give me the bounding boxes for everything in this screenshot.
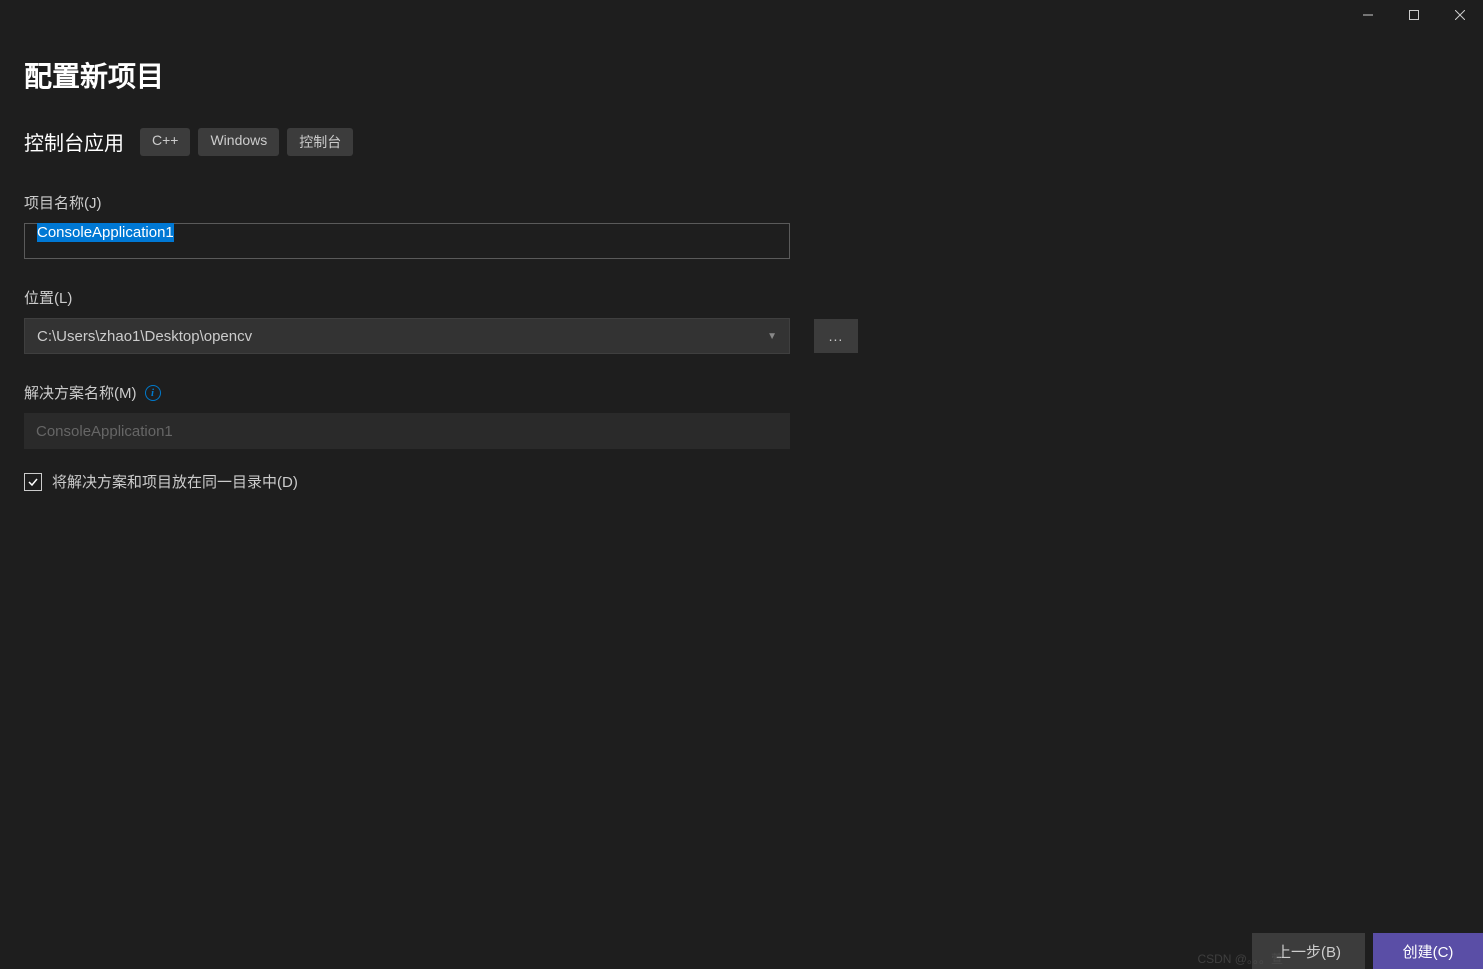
- solution-name-label: 解决方案名称(M) i: [24, 382, 1459, 403]
- chevron-down-icon: ▼: [767, 331, 777, 342]
- page-title: 配置新项目: [24, 55, 1459, 95]
- location-value: C:\Users\zhao1\Desktop\opencv: [37, 328, 252, 345]
- template-row: 控制台应用 C++ Windows 控制台: [24, 127, 1459, 156]
- close-button[interactable]: [1437, 0, 1483, 30]
- footer: 上一步(B) 创建(C): [1252, 933, 1483, 969]
- project-name-input[interactable]: ConsoleApplication1: [24, 223, 790, 259]
- project-name-value: ConsoleApplication1: [37, 223, 174, 242]
- close-icon: [1455, 10, 1465, 20]
- minimize-button[interactable]: [1345, 0, 1391, 30]
- minimize-icon: [1363, 10, 1373, 20]
- title-bar: [0, 0, 1483, 30]
- location-row: C:\Users\zhao1\Desktop\opencv ▼ ...: [24, 318, 1459, 354]
- solution-name-label-text: 解决方案名称(M): [24, 382, 137, 403]
- checkmark-icon: [27, 476, 39, 488]
- template-name: 控制台应用: [24, 127, 124, 156]
- project-name-label: 项目名称(J): [24, 192, 1459, 213]
- info-icon[interactable]: i: [145, 385, 161, 401]
- template-tags: C++ Windows 控制台: [140, 128, 353, 156]
- tag-cpp: C++: [140, 128, 190, 156]
- same-directory-row: 将解决方案和项目放在同一目录中(D): [24, 471, 1459, 492]
- same-directory-checkbox[interactable]: [24, 473, 42, 491]
- same-directory-label[interactable]: 将解决方案和项目放在同一目录中(D): [52, 471, 298, 492]
- location-label: 位置(L): [24, 287, 1459, 308]
- location-combo[interactable]: C:\Users\zhao1\Desktop\opencv ▼: [24, 318, 790, 354]
- solution-name-input: ConsoleApplication1: [24, 413, 790, 449]
- maximize-icon: [1409, 10, 1419, 20]
- browse-button[interactable]: ...: [814, 319, 858, 353]
- create-button[interactable]: 创建(C): [1373, 933, 1483, 969]
- content-area: 配置新项目 控制台应用 C++ Windows 控制台 项目名称(J) Cons…: [0, 30, 1483, 517]
- solution-name-placeholder: ConsoleApplication1: [36, 423, 173, 440]
- watermark: CSDN @。。。萱: [1197, 950, 1283, 967]
- tag-console: 控制台: [287, 128, 353, 156]
- maximize-button[interactable]: [1391, 0, 1437, 30]
- tag-windows: Windows: [198, 128, 279, 156]
